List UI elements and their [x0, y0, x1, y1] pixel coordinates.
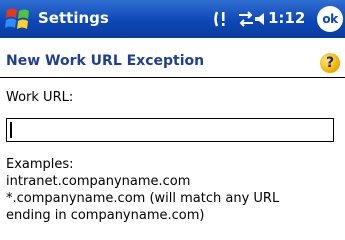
ok-button[interactable]: ok — [317, 6, 343, 32]
page-title: New Work URL Exception — [6, 53, 205, 69]
work-url-input[interactable] — [6, 118, 334, 142]
example-line: ending in companyname.com) — [6, 208, 205, 223]
title-bar: Settings 1:12 ok — [0, 0, 345, 38]
example-line: intranet.companyname.com — [6, 174, 191, 189]
work-url-label: Work URL: — [6, 90, 74, 105]
windows-start-icon[interactable] — [4, 5, 34, 33]
page-header: New Work URL Exception ? — [0, 47, 345, 75]
header-divider — [0, 77, 345, 78]
notification-icon[interactable] — [213, 10, 233, 32]
volume-icon[interactable] — [253, 10, 269, 32]
app-title: Settings — [38, 9, 109, 27]
text-caret — [10, 122, 12, 138]
examples-heading: Examples: — [6, 157, 74, 172]
help-icon[interactable]: ? — [320, 53, 340, 73]
clock[interactable]: 1:12 — [268, 9, 305, 27]
examples-text: Examples: intranet.companyname.com *.com… — [6, 156, 279, 224]
example-line: *.companyname.com (will match any URL — [6, 191, 280, 206]
